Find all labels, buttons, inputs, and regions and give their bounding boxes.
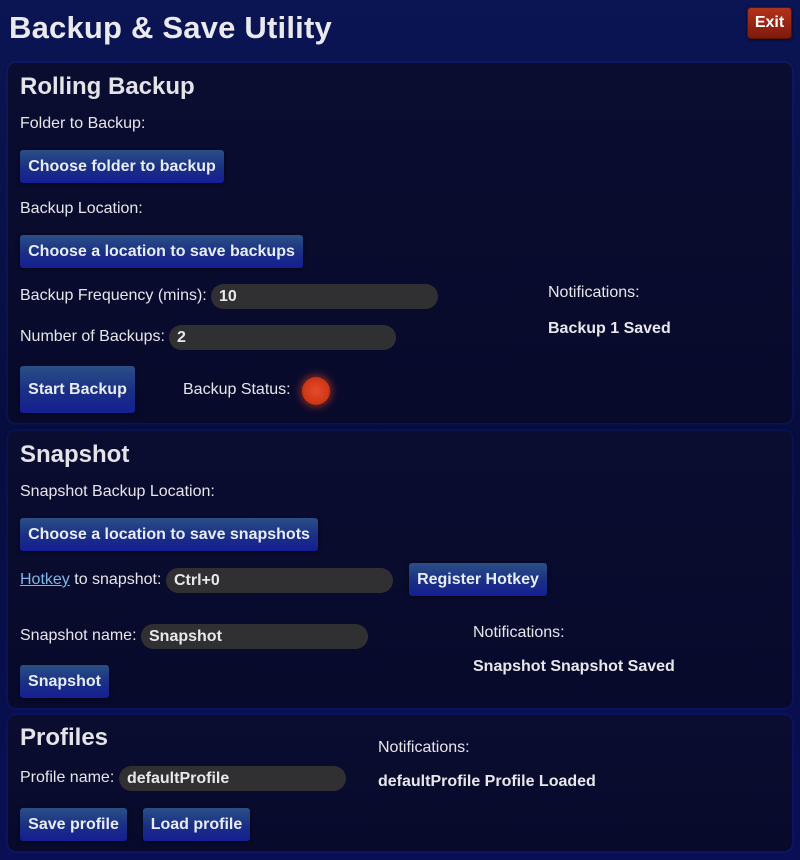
load-profile-button[interactable]: Load profile bbox=[143, 808, 250, 841]
rolling-backup-title: Rolling Backup bbox=[20, 73, 195, 100]
profile-name-label: Profile name: bbox=[20, 769, 115, 786]
start-backup-button[interactable]: Start Backup bbox=[20, 366, 135, 413]
snapshot-name-label: Snapshot name: bbox=[20, 627, 137, 644]
profile-name-input[interactable]: defaultProfile bbox=[119, 766, 346, 791]
snapshot-location-label: Snapshot Backup Location: bbox=[20, 483, 215, 500]
hotkey-label: Hotkey to snapshot: bbox=[20, 571, 161, 589]
exit-button[interactable]: Exit bbox=[747, 7, 792, 39]
backup-frequency-label: Backup Frequency (mins): bbox=[20, 287, 207, 304]
choose-snapshot-location-button[interactable]: Choose a location to save snapshots bbox=[20, 518, 318, 551]
number-of-backups-input[interactable]: 2 bbox=[169, 325, 396, 350]
rolling-backup-panel: Rolling Backup Folder to Backup: Choose … bbox=[8, 63, 792, 423]
profiles-title: Profiles bbox=[20, 724, 109, 751]
register-hotkey-button[interactable]: Register Hotkey bbox=[409, 563, 547, 596]
hotkey-label-text: to snapshot: bbox=[69, 571, 162, 588]
app-title: Backup & Save Utility bbox=[9, 10, 332, 45]
backup-status-indicator bbox=[302, 377, 330, 405]
hotkey-input[interactable]: Ctrl+0 bbox=[166, 568, 393, 593]
backup-frequency-input[interactable]: 10 bbox=[211, 284, 438, 309]
profiles-notification-message: defaultProfile Profile Loaded bbox=[378, 773, 596, 790]
rolling-notifications-label: Notifications: bbox=[548, 284, 640, 301]
backup-location-label: Backup Location: bbox=[20, 200, 143, 217]
choose-backup-location-button[interactable]: Choose a location to save backups bbox=[20, 235, 303, 268]
save-profile-button[interactable]: Save profile bbox=[20, 808, 127, 841]
snapshot-notification-message: Snapshot Snapshot Saved bbox=[473, 658, 675, 675]
hotkey-link[interactable]: Hotkey bbox=[20, 571, 70, 588]
snapshot-button[interactable]: Snapshot bbox=[20, 665, 109, 698]
choose-folder-button[interactable]: Choose folder to backup bbox=[20, 150, 224, 183]
snapshot-name-input[interactable]: Snapshot bbox=[141, 624, 368, 649]
snapshot-panel: Snapshot Snapshot Backup Location: Choos… bbox=[8, 431, 792, 708]
snapshot-title: Snapshot bbox=[20, 441, 130, 468]
folder-to-backup-label: Folder to Backup: bbox=[20, 115, 146, 132]
snapshot-notifications-label: Notifications: bbox=[473, 624, 565, 641]
number-of-backups-label: Number of Backups: bbox=[20, 328, 165, 345]
backup-status-label: Backup Status: bbox=[183, 381, 291, 398]
rolling-notification-message: Backup 1 Saved bbox=[548, 320, 671, 337]
profiles-notifications-label: Notifications: bbox=[378, 739, 470, 756]
profiles-panel: Profiles Profile name: defaultProfile Sa… bbox=[8, 715, 792, 851]
